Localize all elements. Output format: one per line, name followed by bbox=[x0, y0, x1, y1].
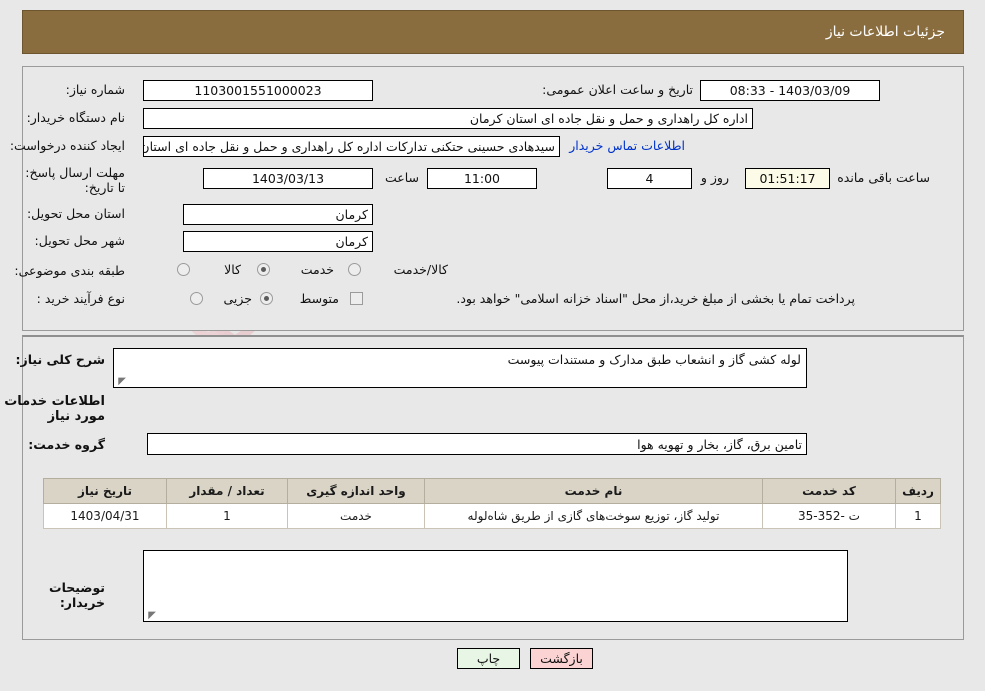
need-number-value: 1103001551000023 bbox=[143, 80, 373, 101]
delivery-city-value: کرمان bbox=[183, 231, 373, 252]
buyer-notes-value[interactable]: ◤ bbox=[143, 550, 848, 622]
print-button[interactable]: چاپ bbox=[457, 648, 520, 669]
cell-unit: خدمت bbox=[287, 503, 425, 529]
remaining-days-label: روز و bbox=[700, 170, 729, 185]
purchase-process-label: نوع فرآیند خرید : bbox=[36, 291, 125, 306]
col-quantity: تعداد / مقدار bbox=[166, 478, 288, 504]
service-group-label: گروه خدمت: bbox=[28, 437, 105, 452]
cell-service-code: ت -352-35 bbox=[762, 503, 896, 529]
resize-grip-icon-notes[interactable]: ◤ bbox=[147, 611, 156, 621]
delivery-city-label: شهر محل تحویل: bbox=[34, 233, 125, 248]
resize-grip-icon[interactable]: ◤ bbox=[117, 377, 126, 387]
cell-service-name: تولید گاز، توزیع سوخت‌های گازی از طریق ش… bbox=[424, 503, 763, 529]
services-table-header-row: ردیف کد خدمت نام خدمت واحد اندازه گیری ت… bbox=[43, 478, 941, 504]
cell-need-date: 1403/04/31 bbox=[43, 503, 167, 529]
announce-datetime-value: 1403/03/09 - 08:33 bbox=[700, 80, 880, 101]
general-description-label: شرح کلی نیاز: bbox=[15, 352, 105, 367]
col-unit: واحد اندازه گیری bbox=[287, 478, 425, 504]
cell-quantity: 1 bbox=[166, 503, 288, 529]
remaining-days-value: 4 bbox=[607, 168, 692, 189]
cell-radif: 1 bbox=[895, 503, 941, 529]
category-option-label-2: کالا/خدمت bbox=[393, 262, 448, 277]
page-title: جزئیات اطلاعات نیاز bbox=[825, 24, 945, 40]
treasury-bonds-checkbox[interactable] bbox=[350, 292, 363, 305]
category-option-label-0: کالا bbox=[224, 262, 241, 277]
buyer-notes-label: توضیحات خریدار: bbox=[49, 580, 105, 610]
col-service-name: نام خدمت bbox=[424, 478, 763, 504]
requester-value: سیدهادی حسینی حتکنی تدارکات اداره کل راه… bbox=[143, 136, 560, 157]
services-section-title: اطلاعات خدمات مورد نیاز bbox=[4, 394, 105, 424]
page-root: جزئیات اطلاعات نیاز شماره نیاز: 11030015… bbox=[0, 0, 985, 691]
category-radio-kala-khedmat[interactable] bbox=[348, 263, 361, 276]
category-option-label-1: خدمت bbox=[300, 262, 334, 277]
deadline-label: مهلت ارسال پاسخ: تا تاریخ: bbox=[25, 165, 125, 195]
col-need-date: تاریخ نیاز bbox=[43, 478, 167, 504]
buyer-contact-link[interactable]: اطلاعات تماس خریدار bbox=[569, 138, 685, 153]
service-group-value: تامین برق، گاز، بخار و تهویه هوا bbox=[147, 433, 807, 455]
deadline-time-value: 11:00 bbox=[427, 168, 537, 189]
col-radif: ردیف bbox=[895, 478, 941, 504]
announce-datetime-label: تاریخ و ساعت اعلان عمومی: bbox=[542, 82, 693, 97]
general-description-text: لوله کشی گاز و انشعاب طبق مدارک و مستندا… bbox=[507, 352, 801, 367]
deadline-time-label: ساعت bbox=[384, 170, 419, 185]
back-button[interactable]: بازگشت bbox=[530, 648, 593, 669]
category-radio-khedmat[interactable] bbox=[257, 263, 270, 276]
need-number-label: شماره نیاز: bbox=[65, 82, 125, 97]
remaining-time-label: ساعت باقی مانده bbox=[837, 170, 930, 185]
purchase-process-option-label-1: متوسط bbox=[299, 291, 339, 306]
requester-label: ایجاد کننده درخواست: bbox=[9, 138, 125, 153]
purchase-process-option-label-0: جزیی bbox=[223, 291, 252, 306]
purchase-process-radio-jozi[interactable] bbox=[190, 292, 203, 305]
deadline-date-value: 1403/03/13 bbox=[203, 168, 373, 189]
page-header-bar: جزئیات اطلاعات نیاز bbox=[22, 10, 964, 54]
general-description-value[interactable]: لوله کشی گاز و انشعاب طبق مدارک و مستندا… bbox=[113, 348, 807, 388]
services-table: ردیف کد خدمت نام خدمت واحد اندازه گیری ت… bbox=[43, 478, 941, 529]
buyer-org-value: اداره کل راهداری و حمل و نقل جاده ای است… bbox=[143, 108, 753, 129]
col-service-code: کد خدمت bbox=[762, 478, 896, 504]
buyer-org-label: نام دستگاه خریدار: bbox=[26, 110, 125, 125]
delivery-province-label: استان محل تحویل: bbox=[26, 206, 125, 221]
category-label: طبقه بندی موضوعی: bbox=[14, 263, 125, 278]
delivery-province-value: کرمان bbox=[183, 204, 373, 225]
treasury-bonds-checkbox-label: پرداخت تمام یا بخشی از مبلغ خرید،از محل … bbox=[456, 291, 855, 306]
table-row: 1 ت -352-35 تولید گاز، توزیع سوخت‌های گا… bbox=[43, 503, 941, 529]
remaining-time-value: 01:51:17 bbox=[745, 168, 830, 189]
purchase-process-radio-motavaset[interactable] bbox=[260, 292, 273, 305]
category-radio-kala[interactable] bbox=[177, 263, 190, 276]
